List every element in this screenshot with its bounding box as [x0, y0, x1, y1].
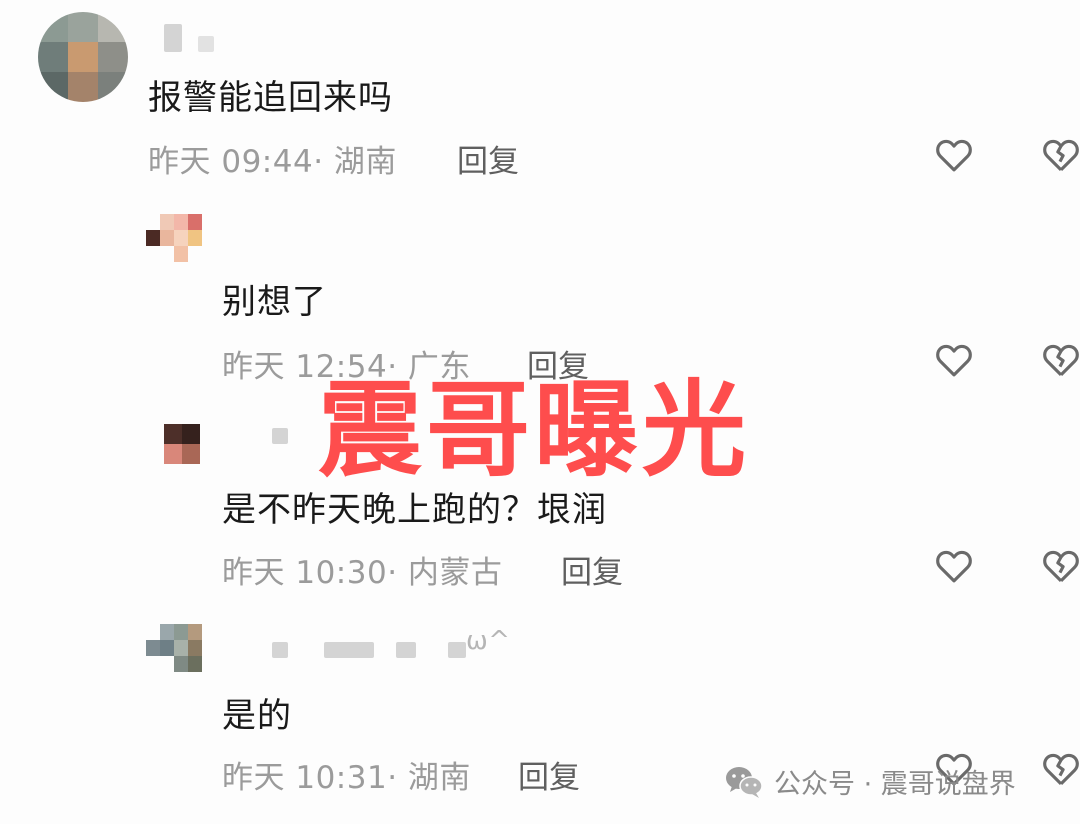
username-suffix: ω^ — [466, 626, 511, 656]
broken-heart-icon[interactable] — [1040, 545, 1080, 587]
reply-button[interactable]: 回复 — [518, 752, 580, 797]
broken-heart-icon[interactable] — [1040, 748, 1080, 790]
comment-meta: 昨天 09:44· 湖南 — [148, 144, 397, 180]
username-blurred[interactable] — [164, 24, 182, 52]
watermark-text: 公众号 · 震哥说盘界 — [774, 769, 1016, 800]
comment-text: 是的 — [222, 696, 292, 736]
reply-button[interactable]: 回复 — [561, 547, 623, 592]
username-blurred[interactable] — [272, 428, 288, 444]
username-blurred[interactable] — [448, 642, 466, 658]
comment-meta: 昨天 10:31· 湖南 — [222, 760, 471, 796]
avatar[interactable] — [146, 624, 202, 672]
avatar[interactable] — [38, 12, 128, 102]
wechat-icon — [726, 766, 763, 798]
comment-meta: 昨天 10:30· 内蒙古 — [222, 555, 503, 591]
username-blurred[interactable] — [396, 642, 416, 658]
username-blurred[interactable] — [198, 36, 214, 52]
comment-text: 报警能追回来吗 — [148, 78, 393, 118]
broken-heart-icon[interactable] — [1040, 339, 1080, 381]
heart-outline-icon[interactable] — [933, 134, 975, 176]
heart-outline-icon[interactable] — [933, 545, 975, 587]
username-blurred[interactable] — [324, 642, 374, 658]
broken-heart-icon[interactable] — [1040, 134, 1080, 176]
comment-text: 别想了 — [222, 282, 327, 322]
avatar[interactable] — [164, 424, 200, 464]
reply-button[interactable]: 回复 — [457, 136, 519, 181]
overlay-title: 震哥曝光 — [318, 369, 751, 491]
account-watermark: 公众号 · 震哥说盘界 — [724, 762, 1016, 801]
heart-outline-icon[interactable] — [933, 339, 975, 381]
avatar[interactable] — [146, 214, 202, 262]
username-blurred[interactable] — [272, 642, 288, 658]
